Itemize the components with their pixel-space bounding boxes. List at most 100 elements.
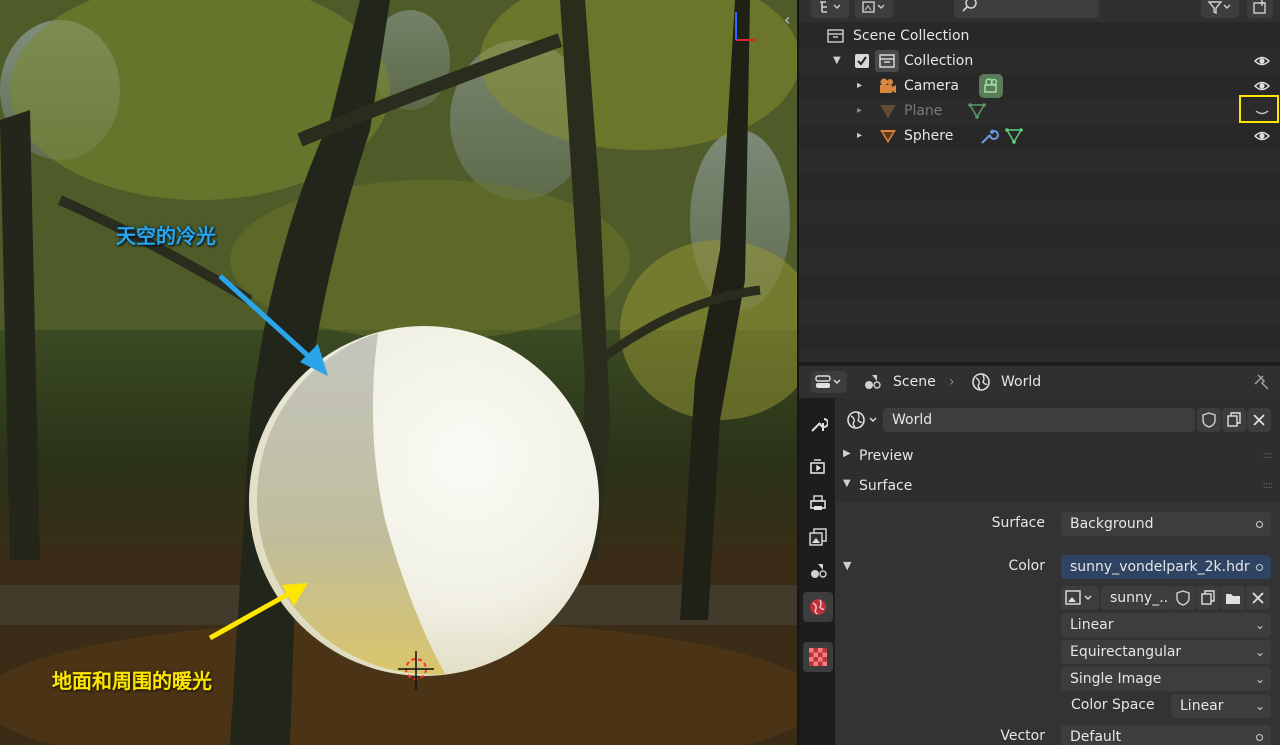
- world-browse-button[interactable]: [845, 408, 881, 432]
- drag-grip-icon[interactable]: ::::: [1263, 480, 1274, 491]
- fake-user-button[interactable]: [1171, 586, 1195, 610]
- mesh-data-icon[interactable]: [967, 102, 987, 120]
- close-icon: [1252, 592, 1264, 604]
- color-space-label: Color Space: [1071, 697, 1155, 713]
- properties-body: World ▶ Preview :::: ▼ Surface :::: Surf…: [835, 398, 1280, 745]
- camera-label: Camera: [904, 78, 959, 94]
- tab-texture[interactable]: [803, 642, 833, 672]
- tab-scene[interactable]: [803, 556, 833, 586]
- new-collection-button[interactable]: [1247, 0, 1273, 18]
- properties-header: Scene › World: [799, 366, 1280, 398]
- breadcrumb-separator: ›: [949, 374, 955, 390]
- mesh-object-icon: [880, 130, 896, 143]
- tab-render[interactable]: [803, 452, 833, 482]
- collapse-arrow-icon: ▶: [843, 448, 851, 459]
- sky-light-annotation: 天空的冷光: [116, 224, 216, 248]
- folder-icon: [1226, 594, 1240, 604]
- surface-panel-header[interactable]: ▼ Surface ::::: [835, 474, 1280, 502]
- eye-icon[interactable]: [1254, 79, 1270, 93]
- vector-field[interactable]: Default: [1061, 725, 1271, 745]
- image-name-field[interactable]: sunny_..: [1101, 586, 1171, 610]
- highlight-box: [1239, 95, 1279, 123]
- search-icon: [962, 0, 977, 12]
- eye-icon[interactable]: [1254, 129, 1270, 143]
- chevron-down-icon: ⌄: [1254, 672, 1265, 686]
- tab-output[interactable]: [803, 488, 833, 518]
- image-browse-button[interactable]: [1061, 586, 1099, 610]
- 3d-viewport[interactable]: 天空的冷光 地面和周围的暖光 ‹: [0, 0, 797, 745]
- tab-tool[interactable]: [803, 408, 833, 438]
- filter-button[interactable]: [1201, 0, 1239, 18]
- image-icon: [1065, 590, 1092, 605]
- duplicate-button[interactable]: [1222, 408, 1246, 432]
- expand-arrow-icon[interactable]: ▼: [843, 559, 851, 572]
- outliner-row-collection[interactable]: ▼ Collection: [799, 49, 1280, 74]
- preview-panel-title: Preview: [859, 448, 914, 464]
- eye-icon[interactable]: [1254, 54, 1270, 68]
- unlink-button[interactable]: [1247, 408, 1271, 432]
- outliner-empty-row: [799, 349, 1280, 362]
- outliner-row-camera[interactable]: ▸ Camera: [799, 74, 1280, 99]
- tab-view-layer[interactable]: [803, 522, 833, 552]
- breadcrumb-scene[interactable]: Scene: [893, 374, 936, 390]
- duplicate-button[interactable]: [1196, 586, 1220, 610]
- expand-arrow-icon[interactable]: ▼: [833, 55, 841, 66]
- sidebar-toggle-icon[interactable]: ‹: [784, 10, 790, 29]
- color-texture-field[interactable]: sunny_vondelpark_2k.hdr: [1061, 555, 1271, 579]
- new-collection-icon: [1253, 0, 1266, 14]
- outliner-row-sphere[interactable]: ▸ Sphere: [799, 124, 1280, 149]
- drag-grip-icon[interactable]: ::::: [1263, 450, 1274, 461]
- expand-arrow-icon[interactable]: ▸: [857, 130, 862, 141]
- image-icon: [862, 1, 885, 13]
- sphere-label: Sphere: [904, 128, 954, 144]
- interpolation-select[interactable]: Linear ⌄: [1061, 613, 1271, 637]
- socket-dot-icon: [1256, 521, 1263, 528]
- camera-data-icon[interactable]: [979, 74, 1003, 98]
- world-icon: [847, 411, 877, 429]
- socket-dot-icon: [1256, 564, 1263, 571]
- properties-tabs: [799, 398, 835, 745]
- outliner-search-input[interactable]: [954, 0, 1099, 18]
- scene-collection-label: Scene Collection: [853, 28, 970, 44]
- view-layer-icon: [809, 528, 827, 546]
- right-editors: Scene Collection ▼ Collection ▸ Camera ▸: [797, 0, 1280, 745]
- printer-icon: [810, 495, 826, 510]
- mesh-object-icon: [880, 105, 896, 118]
- outliner-empty-row: [799, 149, 1280, 174]
- outliner-row-scene-collection[interactable]: Scene Collection: [799, 24, 1280, 49]
- collection-icon: [875, 50, 899, 72]
- scene-icon: [865, 375, 881, 389]
- world-icon: [972, 373, 990, 391]
- outliner[interactable]: Scene Collection ▼ Collection ▸ Camera ▸: [799, 0, 1280, 362]
- surface-shader-field[interactable]: Background: [1061, 512, 1271, 536]
- exclude-checkbox[interactable]: [855, 54, 869, 68]
- color-space-select[interactable]: Linear ⌄: [1171, 694, 1271, 718]
- pin-icon[interactable]: [1252, 373, 1270, 391]
- source-select[interactable]: Single Image ⌄: [1061, 667, 1271, 691]
- plane-label: Plane: [904, 103, 943, 119]
- filter-view-button[interactable]: [855, 0, 893, 18]
- surface-label: Surface: [991, 515, 1045, 531]
- surface-panel-title: Surface: [859, 478, 913, 494]
- preview-panel-header[interactable]: ▶ Preview ::::: [835, 444, 1280, 472]
- mesh-data-icon[interactable]: [1004, 127, 1024, 145]
- expand-arrow-icon: ▼: [843, 478, 851, 489]
- expand-arrow-icon[interactable]: ▸: [857, 105, 862, 116]
- world-name-field[interactable]: World: [883, 408, 1195, 432]
- outliner-row-plane[interactable]: ▸ Plane: [799, 99, 1280, 124]
- outliner-header: [799, 0, 1280, 22]
- expand-arrow-icon[interactable]: ▸: [857, 80, 862, 91]
- unlink-button[interactable]: [1246, 586, 1270, 610]
- display-mode-button[interactable]: [811, 0, 849, 18]
- wrench-modifier-icon[interactable]: [979, 127, 999, 145]
- fake-user-button[interactable]: [1197, 408, 1221, 432]
- tool-icon: [811, 418, 828, 432]
- editor-type-button[interactable]: [811, 371, 847, 393]
- projection-select[interactable]: Equirectangular ⌄: [1061, 640, 1271, 664]
- open-file-button[interactable]: [1221, 586, 1245, 610]
- breadcrumb-world[interactable]: World: [1001, 374, 1041, 390]
- checkmark-icon: [857, 56, 867, 66]
- tab-world[interactable]: [803, 592, 833, 622]
- outliner-empty-row: [799, 249, 1280, 274]
- duplicate-icon: [1201, 590, 1215, 605]
